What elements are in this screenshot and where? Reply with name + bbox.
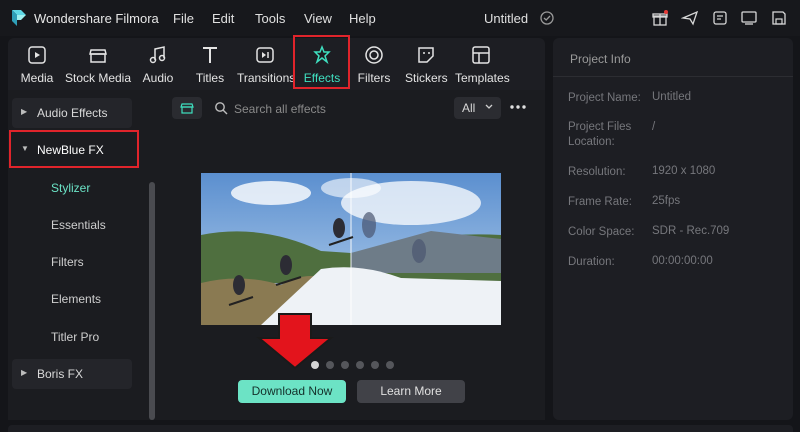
search-input[interactable]: [234, 100, 434, 118]
stickers-icon: [418, 47, 434, 63]
monitor-icon[interactable]: [740, 9, 758, 27]
titles-icon: [203, 47, 217, 63]
info-value-duration: 00:00:00:00: [652, 255, 713, 267]
info-label-resolution: Resolution:: [568, 166, 626, 178]
tab-audio[interactable]: Audio: [140, 38, 176, 90]
info-label-frame-rate: Frame Rate:: [568, 196, 632, 208]
tab-stickers[interactable]: Stickers: [405, 38, 448, 90]
info-value-files-location: /: [652, 121, 656, 133]
arrow-down-annotation-icon: [256, 313, 334, 370]
sidebar-item-audio-effects[interactable]: ▶ Audio Effects: [12, 98, 132, 128]
menu-tools[interactable]: Tools: [255, 11, 285, 26]
stock-media-icon: [89, 49, 107, 63]
info-value-frame-rate: 25fps: [652, 195, 681, 207]
tab-transitions[interactable]: Transitions: [237, 38, 295, 90]
effects-tab-highlight: [293, 35, 350, 89]
menu-edit[interactable]: Edit: [212, 11, 234, 26]
more-options-icon[interactable]: [509, 100, 527, 114]
menu-view[interactable]: View: [304, 11, 332, 26]
learn-more-button[interactable]: Learn More: [357, 380, 465, 403]
newblue-fx-highlight: [9, 130, 139, 168]
tab-titles[interactable]: Titles: [193, 38, 227, 90]
search-icon: [215, 102, 228, 115]
tab-filters[interactable]: Filters: [357, 38, 391, 90]
info-label-files-location: Project Files Location:: [568, 121, 632, 148]
carousel-dot[interactable]: [326, 361, 334, 369]
sidebar-subitem-elements[interactable]: Elements: [51, 292, 101, 306]
gift-icon[interactable]: [651, 9, 669, 27]
tab-templates[interactable]: Templates: [455, 38, 510, 90]
transitions-icon: [256, 47, 274, 63]
download-now-button[interactable]: Download Now: [238, 380, 346, 403]
caret-right-icon: ▶: [21, 368, 28, 377]
timeline-strip: [8, 425, 793, 432]
info-value-color-space: SDR - Rec.709: [652, 225, 730, 237]
filmora-logo-icon: [12, 10, 26, 26]
chevron-down-icon: [485, 104, 493, 109]
cloud-saved-check-icon: [540, 11, 554, 25]
notes-icon[interactable]: [711, 9, 729, 27]
effect-preview-image: [201, 173, 501, 325]
tab-media[interactable]: Media: [17, 38, 57, 90]
carousel-dot[interactable]: [371, 361, 379, 369]
carousel-dot[interactable]: [341, 361, 349, 369]
info-value-project-name: Untitled: [652, 91, 691, 103]
carousel-dot[interactable]: [311, 361, 319, 369]
send-icon[interactable]: [681, 9, 699, 27]
tab-stock-media[interactable]: Stock Media: [64, 38, 132, 90]
sidebar-subitem-stylizer[interactable]: Stylizer: [51, 181, 90, 195]
sidebar-subitem-titler-pro[interactable]: Titler Pro: [51, 330, 99, 344]
info-value-resolution: 1920 x 1080: [652, 165, 716, 177]
save-icon[interactable]: [770, 9, 788, 27]
carousel-dot[interactable]: [356, 361, 364, 369]
info-label-project-name: Project Name:: [568, 92, 641, 104]
templates-icon: [472, 46, 490, 64]
store-button[interactable]: [172, 97, 202, 119]
filters-icon: [365, 46, 383, 64]
sidebar-subitem-filters[interactable]: Filters: [51, 255, 84, 269]
sidebar-scrollbar[interactable]: [149, 182, 155, 420]
menu-help[interactable]: Help: [349, 11, 376, 26]
media-icon: [28, 46, 46, 64]
app-title: Wondershare Filmora: [34, 11, 159, 26]
menu-file[interactable]: File: [173, 11, 194, 26]
store-icon: [180, 103, 194, 114]
caret-right-icon: ▶: [21, 107, 28, 116]
divider: [553, 76, 793, 77]
info-label-duration: Duration:: [568, 256, 615, 268]
sidebar-subitem-essentials[interactable]: Essentials: [51, 218, 106, 232]
audio-icon: [149, 46, 166, 64]
info-label-color-space: Color Space:: [568, 226, 635, 238]
project-info-title: Project Info: [570, 52, 631, 66]
project-title: Untitled: [484, 11, 529, 26]
carousel-dot[interactable]: [386, 361, 394, 369]
sidebar-item-boris-fx[interactable]: ▶ Boris FX: [12, 359, 132, 389]
filter-select[interactable]: All: [454, 97, 501, 119]
